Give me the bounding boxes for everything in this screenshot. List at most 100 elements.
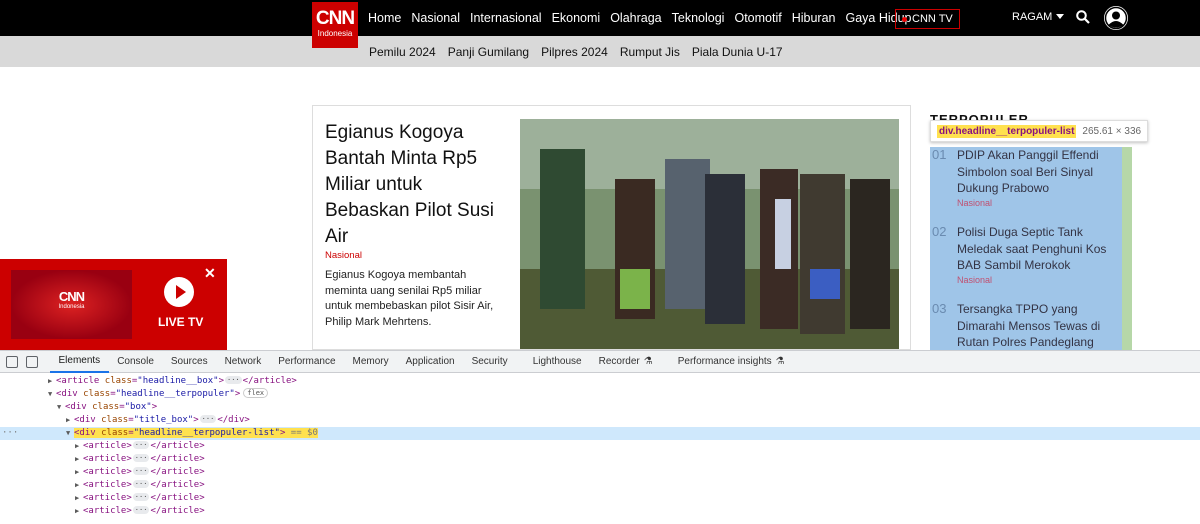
- cnn-tv-button[interactable]: CNN TV: [895, 9, 960, 29]
- dom-node-row[interactable]: ▶ <article> ··· </article>: [0, 479, 1200, 492]
- cnn-indonesia-logo[interactable]: CNN Indonesia: [312, 2, 358, 48]
- ellipsis-badge[interactable]: ···: [199, 415, 217, 423]
- terpopuler-item-category[interactable]: Nasional: [957, 198, 992, 208]
- node-tag: div: [79, 415, 96, 425]
- terpopuler-item-title[interactable]: Polisi Duga Septic Tank Meledak saat Pen…: [957, 224, 1120, 274]
- inspect-element-icon[interactable]: [6, 355, 18, 368]
- node-close: </article>: [150, 467, 205, 477]
- subnav-item[interactable]: Panji Gumilang: [448, 45, 529, 59]
- ellipsis-badge[interactable]: ···: [132, 480, 150, 488]
- close-icon[interactable]: ✕: [204, 265, 216, 282]
- ellipsis-badge[interactable]: ···: [132, 493, 150, 501]
- nav-ekonomi[interactable]: Ekonomi: [552, 11, 601, 25]
- expand-triangle-icon[interactable]: ▶: [75, 466, 83, 479]
- subnav-item[interactable]: Pilpres 2024: [541, 45, 608, 59]
- dom-node-row[interactable]: ▶ <article> ··· </article>: [0, 492, 1200, 505]
- dom-node-row[interactable]: ▼ <div class="headline__terpopuler"> flex: [0, 388, 1200, 401]
- node-val: "headline__terpopuler": [115, 389, 235, 399]
- ellipsis-badge[interactable]: ···: [132, 506, 150, 514]
- nav-home[interactable]: Home: [368, 11, 401, 25]
- tab-lighthouse[interactable]: Lighthouse: [524, 351, 590, 373]
- ellipsis-badge[interactable]: ···: [132, 441, 150, 449]
- dom-node-row[interactable]: ▶ <article> ··· </article>: [0, 440, 1200, 453]
- expand-triangle-icon[interactable]: ▶: [48, 375, 56, 388]
- ellipsis-badge[interactable]: ···: [225, 376, 242, 384]
- tab-application[interactable]: Application: [397, 351, 463, 373]
- user-avatar-icon[interactable]: [1104, 6, 1128, 30]
- collapse-triangle-icon[interactable]: ▼: [48, 388, 56, 401]
- node-tag: article: [61, 376, 100, 386]
- tab-security[interactable]: Security: [463, 351, 516, 373]
- expand-triangle-icon[interactable]: ▶: [66, 414, 74, 427]
- expand-triangle-icon[interactable]: ▶: [75, 440, 83, 453]
- expand-triangle-icon[interactable]: ▶: [75, 453, 83, 466]
- terpopuler-item-title[interactable]: PDIP Akan Panggil Effendi Simbolon soal …: [957, 147, 1120, 197]
- flask-icon: ⚗: [775, 356, 785, 367]
- expand-triangle-icon[interactable]: ▶: [75, 479, 83, 492]
- subnav-item[interactable]: Rumput Jis: [620, 45, 680, 59]
- nav-otomotif[interactable]: Otomotif: [734, 11, 781, 25]
- terpopuler-list: 01 PDIP Akan Panggil Effendi Simbolon so…: [930, 147, 1132, 350]
- subnav-item[interactable]: Piala Dunia U-17: [692, 45, 783, 59]
- live-tv-thumbnail[interactable]: CNN Indonesia: [11, 270, 132, 339]
- tooltip-dimensions: 265.61 × 336: [1082, 125, 1142, 137]
- terpopuler-item-title[interactable]: Tersangka TPPO yang Dimarahi Mensos Tewa…: [957, 301, 1120, 350]
- node-attr: class: [104, 376, 132, 386]
- nav-olahraga[interactable]: Olahraga: [610, 11, 661, 25]
- ellipsis-badge[interactable]: ···: [132, 467, 150, 475]
- dom-node-row-selected[interactable]: ··· ▼ <div class="headline__terpopuler-li…: [0, 427, 1200, 440]
- nav-nasional[interactable]: Nasional: [411, 11, 460, 25]
- tab-performance[interactable]: Performance: [270, 351, 344, 373]
- expand-triangle-icon[interactable]: ▶: [75, 505, 83, 518]
- subnav-item[interactable]: Pemilu 2024: [369, 45, 436, 59]
- tab-network[interactable]: Network: [216, 351, 270, 373]
- dollar-zero-ref: == $0: [290, 428, 318, 438]
- tab-sources[interactable]: Sources: [162, 351, 216, 373]
- nav-teknologi[interactable]: Teknologi: [672, 11, 725, 25]
- node-val: "headline__terpopuler-list": [133, 428, 280, 438]
- dom-node-row[interactable]: ▶ <article> ··· </article>: [0, 453, 1200, 466]
- terpopuler-margin-highlight: [1122, 147, 1132, 350]
- node-close: </article>: [150, 454, 205, 464]
- device-toolbar-icon[interactable]: [26, 355, 38, 368]
- thumb-logo-sub: Indonesia: [58, 303, 85, 310]
- dom-node-row[interactable]: ▶ <article> ··· </article>: [0, 505, 1200, 518]
- headline-category[interactable]: Nasional: [325, 250, 362, 261]
- node-tag: div: [61, 389, 78, 399]
- search-icon[interactable]: [1076, 10, 1090, 24]
- tab-performance-insights-label: Performance insights: [677, 356, 772, 367]
- dom-node-row[interactable]: ▶ <div class="title_box"> ··· </div>: [0, 414, 1200, 427]
- caret-down-icon: [1056, 14, 1065, 19]
- gutter-dots[interactable]: ···: [2, 427, 18, 440]
- ellipsis-badge[interactable]: ···: [132, 454, 150, 462]
- play-icon[interactable]: [164, 277, 194, 307]
- tab-recorder[interactable]: Recorder ⚗: [590, 351, 661, 373]
- terpopuler-item-category[interactable]: Nasional: [957, 275, 992, 285]
- node-tag: div: [70, 402, 87, 412]
- flex-badge[interactable]: flex: [243, 388, 269, 398]
- tab-console[interactable]: Console: [109, 351, 163, 373]
- collapse-triangle-icon[interactable]: ▼: [66, 427, 74, 440]
- tab-performance-insights[interactable]: Performance insights ⚗: [669, 351, 793, 373]
- headline-image[interactable]: [520, 119, 899, 349]
- dom-node-row[interactable]: ▼ <div class="box">: [0, 401, 1200, 414]
- node-tag: div: [79, 428, 96, 438]
- expand-triangle-icon[interactable]: ▶: [75, 492, 83, 505]
- collapse-triangle-icon[interactable]: ▼: [57, 401, 65, 414]
- live-tv-widget[interactable]: CNN Indonesia LIVE TV ✕: [0, 259, 227, 350]
- headline-box[interactable]: Egianus Kogoya Bantah Minta Rp5 Miliar u…: [312, 105, 911, 350]
- node-close: </article>: [150, 506, 205, 516]
- node-open: <article>: [83, 506, 132, 516]
- trending-subnav: Pemilu 2024 Panji Gumilang Pilpres 2024 …: [0, 36, 1200, 67]
- rank-number: 02: [932, 224, 947, 239]
- node-attr: class: [101, 415, 129, 425]
- thumb-logo-main: CNN: [58, 288, 85, 304]
- nav-hiburan[interactable]: Hiburan: [792, 11, 836, 25]
- tab-elements[interactable]: Elements: [50, 351, 109, 373]
- headline-title[interactable]: Egianus Kogoya Bantah Minta Rp5 Miliar u…: [325, 120, 505, 250]
- nav-internasional[interactable]: Internasional: [470, 11, 542, 25]
- tab-memory[interactable]: Memory: [344, 351, 397, 373]
- dom-node-row[interactable]: ▶ <article> ··· </article>: [0, 466, 1200, 479]
- ragam-dropdown[interactable]: RAGAM: [1012, 11, 1065, 23]
- dom-node-row[interactable]: ▶ <article class="headline__box"> ··· </art…: [0, 375, 1200, 388]
